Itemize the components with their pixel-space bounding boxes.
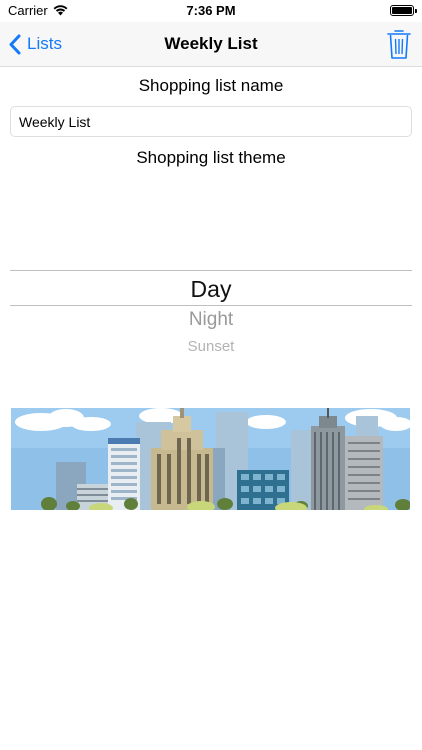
list-name-label: Shopping list name: [138, 76, 284, 95]
navigation-bar: Lists Weekly List: [0, 22, 422, 67]
back-button-label: Lists: [27, 34, 62, 53]
status-bar: Carrier 7:36 PM: [0, 0, 422, 22]
list-theme-label: Shopping list theme: [136, 148, 286, 167]
picker-selection-bottom-line: [10, 305, 412, 306]
trash-icon: [387, 30, 411, 59]
chevron-left-icon: [9, 34, 21, 54]
picker-option-day[interactable]: Day: [10, 271, 412, 307]
delete-list-button[interactable]: [386, 28, 412, 60]
theme-picker[interactable]: Day Night Sunset: [10, 166, 412, 386]
picker-option-night[interactable]: Night: [10, 308, 412, 332]
picker-option-sunset[interactable]: Sunset: [10, 336, 412, 358]
battery-icon: [390, 5, 417, 16]
city-skyline-image: [11, 408, 410, 510]
page-title: Weekly List: [164, 34, 258, 53]
list-name-input[interactable]: [10, 106, 412, 137]
status-time: 7:36 PM: [186, 3, 236, 18]
back-button[interactable]: Lists: [8, 22, 62, 66]
